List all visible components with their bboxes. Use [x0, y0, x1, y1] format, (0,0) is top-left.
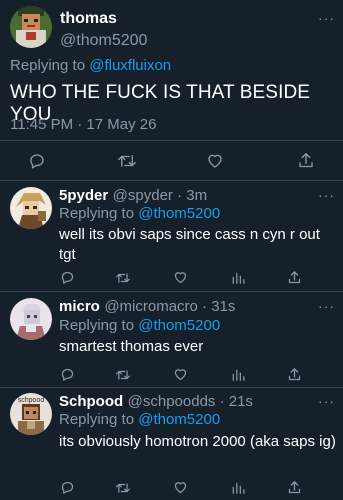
replying-prefix: Replying to [59, 411, 135, 428]
reply-header: micro @micromacro · 31s [59, 298, 235, 316]
reply-author-name[interactable]: 5pyder [59, 187, 108, 204]
avatar-5pyder[interactable] [10, 187, 52, 229]
avatar-micro[interactable] [10, 298, 52, 340]
reply-text: well its obvi saps since cass n cyn r ou… [59, 226, 320, 263]
reply-author-name[interactable]: Schpood [59, 393, 123, 410]
replying-to-link[interactable]: @fluxfluixon [89, 57, 171, 74]
reply-icon[interactable] [28, 152, 46, 170]
reply-author-name[interactable]: micro [59, 298, 100, 315]
avatar-schpood-image: schpood [10, 393, 52, 435]
like-icon[interactable] [173, 367, 188, 382]
share-icon[interactable] [287, 270, 302, 285]
like-icon[interactable] [206, 152, 224, 170]
replying-prefix: Replying to [59, 317, 135, 334]
reply-meta[interactable]: @micromacro · 31s [104, 298, 235, 315]
retweet-icon[interactable] [115, 368, 131, 382]
replying-to-line: Replying to @fluxfluixon [10, 57, 171, 74]
like-icon[interactable] [173, 270, 188, 285]
like-icon[interactable] [173, 480, 188, 495]
retweet-icon[interactable] [115, 271, 131, 285]
divider [0, 180, 343, 181]
share-icon[interactable] [297, 151, 315, 170]
reply-icon[interactable] [60, 367, 75, 382]
more-icon[interactable]: ··· [318, 11, 335, 25]
author-name[interactable]: thomas [60, 10, 117, 28]
reply-header: 5pyder @spyder · 3m [59, 187, 207, 205]
replying-prefix: Replying to [59, 205, 135, 222]
tweet-timestamp[interactable]: 11:45 PM · 17 May 26 [10, 116, 156, 133]
replying-to-link[interactable]: @thom5200 [138, 317, 220, 334]
reply-icon[interactable] [60, 480, 75, 495]
share-icon[interactable] [287, 367, 302, 382]
author-handle[interactable]: @thom5200 [60, 32, 147, 50]
reply-header: Schpood @schpoodds · 21s [59, 393, 253, 411]
avatar-thomas-image [10, 6, 52, 48]
divider [0, 140, 343, 141]
divider [0, 387, 343, 388]
avatar-schpood-lettering: schpood [18, 397, 45, 404]
analytics-icon[interactable] [231, 368, 245, 382]
avatar-micro-image [10, 298, 52, 340]
reply-text: smartest thomas ever [59, 338, 204, 355]
retweet-icon[interactable] [117, 152, 137, 170]
replying-to-line: Replying to @thom5200 [59, 205, 220, 222]
reply-text: its obviously homotron 2000 (aka saps ig… [59, 433, 336, 450]
replying-to-link[interactable]: @thom5200 [138, 205, 220, 222]
divider [0, 291, 343, 292]
more-icon[interactable]: ··· [318, 188, 335, 202]
avatar-thomas[interactable] [10, 6, 52, 48]
retweet-icon[interactable] [115, 481, 131, 495]
avatar-5pyder-image [10, 187, 52, 229]
reply-meta[interactable]: @spyder · 3m [113, 187, 207, 204]
share-icon[interactable] [287, 480, 302, 495]
avatar-schpood[interactable]: schpood [10, 393, 52, 435]
reply-icon[interactable] [60, 270, 75, 285]
reply-meta[interactable]: @schpoodds · 21s [128, 393, 253, 410]
replying-prefix: Replying to [10, 57, 86, 74]
more-icon[interactable]: ··· [318, 394, 335, 408]
replying-to-line: Replying to @thom5200 [59, 317, 220, 334]
replying-to-link[interactable]: @thom5200 [138, 411, 220, 428]
analytics-icon[interactable] [231, 481, 245, 495]
analytics-icon[interactable] [231, 271, 245, 285]
more-icon[interactable]: ··· [318, 299, 335, 313]
replying-to-line: Replying to @thom5200 [59, 411, 220, 428]
